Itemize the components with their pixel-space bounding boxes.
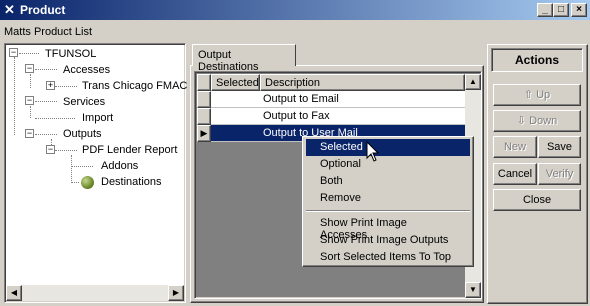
menu-item-remove[interactable]: Remove bbox=[306, 190, 470, 207]
up-label: Up bbox=[536, 89, 551, 101]
maximize-button[interactable]: □ bbox=[553, 3, 569, 17]
cell-selected[interactable] bbox=[211, 108, 260, 125]
tree-node-destinations[interactable]: Destinations bbox=[101, 175, 162, 189]
cell-description[interactable]: Output to Fax bbox=[260, 108, 465, 125]
column-header-selected[interactable]: Selected bbox=[211, 74, 260, 91]
tree-connector bbox=[55, 86, 77, 87]
tree-node-import[interactable]: Import bbox=[82, 111, 113, 125]
tree-node-pdf-lender-report[interactable]: PDF Lender Report bbox=[82, 143, 177, 157]
row-indicator[interactable] bbox=[197, 108, 211, 125]
expand-toggle[interactable]: + bbox=[46, 81, 55, 90]
tree-connector bbox=[14, 57, 15, 135]
tree-node-root[interactable]: TFUNSOL bbox=[45, 47, 96, 61]
tree-node-services[interactable]: Services bbox=[63, 95, 105, 109]
down-button[interactable]: ⇩ Down bbox=[493, 110, 581, 132]
scroll-down-arrow-icon[interactable]: ▼ bbox=[465, 282, 481, 298]
cell-selected[interactable] bbox=[211, 125, 260, 142]
product-list-caption: Matts Product List bbox=[4, 26, 93, 38]
title-bar: ✕ Product _ □ × bbox=[0, 0, 590, 20]
scroll-left-arrow-icon[interactable]: ◀ bbox=[6, 285, 22, 301]
scroll-right-arrow-icon[interactable]: ▶ bbox=[168, 285, 184, 301]
menu-item-selected[interactable]: Selected bbox=[306, 139, 470, 156]
menu-item-show-print-image-outputs[interactable]: Show Print Image Outputs bbox=[306, 232, 470, 249]
collapse-toggle[interactable]: − bbox=[25, 64, 34, 73]
actions-title: Actions bbox=[491, 48, 583, 72]
row-indicator[interactable] bbox=[197, 91, 211, 108]
tree-connector bbox=[30, 74, 31, 88]
tree-node-trans-chicago[interactable]: Trans Chicago FMAC bbox=[82, 79, 187, 93]
close-button[interactable]: × bbox=[571, 3, 587, 17]
down-label: Down bbox=[529, 115, 558, 127]
collapse-toggle[interactable]: − bbox=[9, 48, 18, 57]
menu-item-sort-selected-to-top[interactable]: Sort Selected Items To Top bbox=[306, 249, 470, 266]
tree-horizontal-scrollbar[interactable]: ◀ ▶ bbox=[6, 285, 184, 301]
cell-selected[interactable] bbox=[211, 91, 260, 108]
window-title: Product bbox=[20, 3, 66, 17]
mouse-pointer-icon bbox=[366, 141, 380, 162]
up-button[interactable]: ⇧ Up bbox=[493, 84, 581, 106]
cell-description[interactable]: Output to Email bbox=[260, 91, 465, 108]
tree-connector bbox=[55, 150, 77, 151]
close-action-button[interactable]: Close bbox=[493, 189, 581, 211]
tree-connector bbox=[35, 118, 75, 119]
destination-ball-icon bbox=[81, 176, 94, 189]
arrow-down-icon: ⇩ bbox=[516, 115, 527, 127]
tree-connector bbox=[19, 53, 39, 54]
menu-separator bbox=[306, 210, 470, 212]
menu-item-optional[interactable]: Optional bbox=[306, 156, 470, 173]
context-menu: Selected Optional Both Remove Show Print… bbox=[302, 136, 474, 267]
cancel-button[interactable]: Cancel bbox=[493, 163, 537, 185]
collapse-toggle[interactable]: − bbox=[46, 145, 55, 154]
menu-item-show-print-image-accesses[interactable]: Show Print Image Accesses bbox=[306, 215, 470, 241]
tree-connector bbox=[30, 106, 31, 118]
tab-output-destinations[interactable]: Output Destinations bbox=[192, 44, 296, 73]
tree-node-outputs[interactable]: Outputs bbox=[63, 127, 102, 141]
collapse-toggle[interactable]: − bbox=[25, 129, 34, 138]
tree-connector bbox=[71, 155, 72, 183]
grid-corner-header bbox=[197, 74, 211, 91]
menu-item-both[interactable]: Both bbox=[306, 173, 470, 190]
verify-button[interactable]: Verify bbox=[538, 163, 581, 185]
tree-connector bbox=[35, 101, 57, 102]
tree-connector bbox=[71, 182, 79, 183]
scroll-up-arrow-icon[interactable]: ▲ bbox=[465, 74, 481, 90]
column-header-description[interactable]: Description bbox=[260, 74, 465, 91]
app-x-icon: ✕ bbox=[4, 2, 15, 17]
current-row-indicator-icon[interactable]: ▶ bbox=[197, 125, 211, 142]
new-button[interactable]: New bbox=[493, 136, 537, 158]
tree-connector bbox=[35, 69, 57, 70]
tree-node-accesses[interactable]: Accesses bbox=[63, 63, 110, 77]
collapse-toggle[interactable]: − bbox=[25, 96, 34, 105]
tree-connector bbox=[35, 134, 57, 135]
save-button[interactable]: Save bbox=[538, 136, 581, 158]
minimize-button[interactable]: _ bbox=[537, 3, 553, 17]
product-tree[interactable]: − − + − − − TFUNSOL Accesses Trans Chica… bbox=[4, 43, 187, 303]
tree-connector bbox=[71, 166, 93, 167]
tree-node-addons[interactable]: Addons bbox=[101, 159, 138, 173]
arrow-up-icon: ⇧ bbox=[523, 89, 534, 101]
